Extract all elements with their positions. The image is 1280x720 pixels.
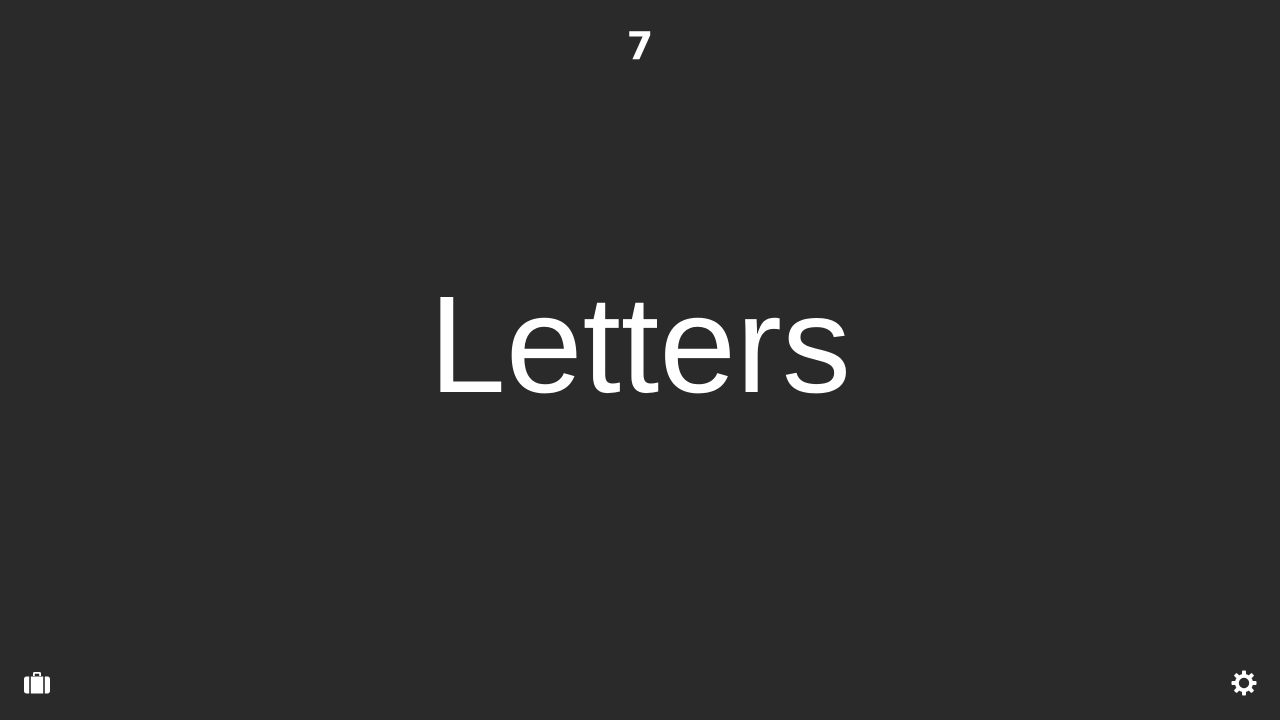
counter-number: 7 bbox=[626, 24, 654, 68]
gear-icon bbox=[1230, 669, 1258, 697]
briefcase-icon bbox=[23, 671, 51, 695]
screen: 7 Letters bbox=[0, 0, 1280, 720]
briefcase-button[interactable] bbox=[17, 663, 57, 703]
settings-button[interactable] bbox=[1224, 663, 1264, 703]
main-word: Letters bbox=[429, 268, 851, 422]
